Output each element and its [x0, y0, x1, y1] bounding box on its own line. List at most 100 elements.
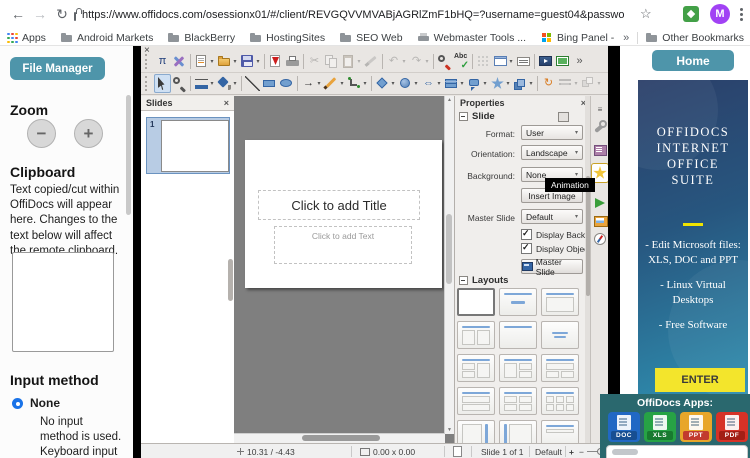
checkbox-icon[interactable]: [521, 243, 532, 254]
refresh-button[interactable]: ↻: [52, 4, 72, 24]
slide-transition-tab[interactable]: [592, 141, 608, 159]
layout-thumbnail[interactable]: [541, 420, 579, 443]
slide-canvas[interactable]: Click to add Title Click to add Text ▲ ▼: [234, 96, 454, 443]
title-placeholder[interactable]: Click to add Title: [258, 190, 420, 220]
dropdown-arrow-icon[interactable]: ▾: [390, 80, 396, 87]
zoom-out-button[interactable]: −: [27, 119, 56, 148]
bookmark-item[interactable]: SEO Web: [340, 32, 403, 44]
enter-button[interactable]: ENTER: [655, 368, 745, 392]
collapse-icon[interactable]: [459, 112, 468, 121]
layout-thumbnail[interactable]: [499, 354, 537, 382]
flowchart-button[interactable]: ▾: [443, 74, 466, 93]
extension-icon[interactable]: [683, 6, 699, 22]
insert-table-button[interactable]: ▾: [492, 52, 515, 71]
layout-thumbnail[interactable]: [457, 354, 495, 382]
bookmark-star-icon[interactable]: ☆: [640, 6, 652, 22]
dropdown-arrow-icon[interactable]: ▾: [362, 80, 368, 87]
bookmark-item[interactable]: Bing Panel - Herra...: [541, 32, 615, 44]
print-button[interactable]: [284, 52, 301, 71]
dropdown-arrow-icon[interactable]: ▾: [596, 80, 602, 87]
rectangle-button[interactable]: [261, 74, 278, 93]
layout-thumbnail[interactable]: [457, 387, 495, 415]
panel-splitter-handle[interactable]: [228, 259, 233, 301]
dropdown-arrow-icon[interactable]: ▾: [232, 80, 238, 87]
dropdown-arrow-icon[interactable]: ▾: [508, 58, 514, 65]
sidebar-menu-icon[interactable]: ≡: [592, 100, 608, 118]
clipboard-textarea[interactable]: [12, 252, 114, 352]
star-shapes-button[interactable]: ▾: [489, 74, 512, 93]
dropdown-arrow-icon[interactable]: ▾: [505, 80, 511, 87]
layout-thumbnail[interactable]: [541, 288, 579, 316]
layout-thumbnail[interactable]: [499, 321, 537, 349]
browser-menu-icon[interactable]: [740, 13, 743, 16]
home-button[interactable]: Home: [652, 50, 734, 71]
formula-button[interactable]: π: [154, 52, 171, 71]
toolbar-overflow-button[interactable]: »: [571, 52, 588, 71]
app-tile-doc[interactable]: DOC: [608, 412, 640, 442]
dropdown-arrow-icon[interactable]: ▾: [316, 80, 322, 87]
master-style-status[interactable]: Default: [535, 444, 562, 458]
symbol-shapes-button[interactable]: ▾: [397, 74, 420, 93]
checkbox-icon[interactable]: [521, 229, 532, 240]
basic-shapes-button[interactable]: ▾: [374, 74, 397, 93]
bookmark-item[interactable]: Android Markets: [61, 32, 153, 44]
master-slide-button[interactable]: Master Slide: [521, 259, 583, 274]
spelling-button[interactable]: [453, 52, 470, 71]
app-tile-xls[interactable]: XLS: [644, 412, 676, 442]
dropdown-arrow-icon[interactable]: ▾: [401, 58, 407, 65]
open-button[interactable]: ▾: [216, 52, 239, 71]
save-button[interactable]: ▾: [239, 52, 262, 71]
new-document-button[interactable]: ▾: [193, 52, 216, 71]
navigator-tab[interactable]: [592, 230, 608, 248]
bookmark-item[interactable]: BlackBerry: [168, 32, 235, 44]
dropdown-arrow-icon[interactable]: ▾: [424, 58, 430, 65]
sidebar-scrollbar[interactable]: [126, 95, 131, 215]
input-method-none-radio[interactable]: [12, 398, 23, 409]
dropdown-arrow-icon[interactable]: ▾: [528, 80, 534, 87]
start-slideshow-button[interactable]: [537, 52, 554, 71]
bookmarks-overflow-icon[interactable]: »: [623, 32, 629, 44]
address-bar[interactable]: https://www.offidocs.com/osessionx01/#/c…: [74, 4, 624, 25]
layouts-section-header[interactable]: Layouts: [459, 275, 508, 286]
layout-thumbnail[interactable]: [499, 387, 537, 415]
horizontal-scrollbar-thumb[interactable]: [302, 435, 380, 441]
properties-tab[interactable]: [592, 118, 608, 136]
file-manager-button[interactable]: File Manager: [10, 57, 105, 80]
select-button[interactable]: [154, 74, 171, 93]
url-text[interactable]: https://www.offidocs.com/osessionx01/#/c…: [82, 9, 624, 21]
vertical-scrollbar[interactable]: ▲ ▼: [444, 96, 454, 434]
back-button[interactable]: ←: [8, 4, 28, 24]
curve-button[interactable]: ▾: [323, 74, 346, 93]
scroll-up-icon[interactable]: ▲: [445, 97, 454, 103]
dropdown-arrow-icon[interactable]: ▾: [255, 58, 261, 65]
display-background-checkbox[interactable]: Display Background: [521, 229, 585, 240]
bookmark-item[interactable]: HostingSites: [250, 32, 325, 44]
dropdown-arrow-icon[interactable]: ▾: [356, 58, 362, 65]
shapes-tab[interactable]: [592, 194, 608, 212]
slide-thumbnail[interactable]: 1: [146, 117, 230, 174]
vertical-scrollbar-thumb[interactable]: [446, 214, 452, 284]
master-slide-dropdown[interactable]: Default: [521, 209, 583, 224]
presentation-button[interactable]: [554, 52, 571, 71]
dropdown-arrow-icon[interactable]: ▾: [209, 58, 215, 65]
apps-input[interactable]: [606, 445, 748, 458]
fill-color-button[interactable]: ▾: [216, 74, 239, 93]
dropdown-arrow-icon[interactable]: ▾: [573, 80, 579, 87]
layout-thumbnail[interactable]: [457, 288, 495, 316]
document-modified-status[interactable]: [453, 444, 462, 458]
ellipse-button[interactable]: [278, 74, 295, 93]
rotate-button[interactable]: ↻: [540, 74, 557, 93]
collapse-icon[interactable]: [459, 276, 468, 285]
more-options-icon[interactable]: [558, 112, 569, 122]
close-icon[interactable]: ×: [224, 98, 229, 108]
bookmark-item[interactable]: Apps: [6, 32, 46, 44]
export-pdf-button[interactable]: [267, 52, 284, 71]
orientation-dropdown[interactable]: Landscape: [521, 145, 583, 160]
line-style-button[interactable]: ▾: [193, 74, 216, 93]
app-tile-pdf[interactable]: PDF: [716, 412, 748, 442]
toolbar-grip[interactable]: [145, 76, 150, 91]
dropdown-arrow-icon[interactable]: ▾: [482, 80, 488, 87]
connector-button[interactable]: ▾: [346, 74, 369, 93]
display-objects-checkbox[interactable]: Display Objects: [521, 243, 585, 254]
layout-thumbnail[interactable]: [541, 387, 579, 415]
